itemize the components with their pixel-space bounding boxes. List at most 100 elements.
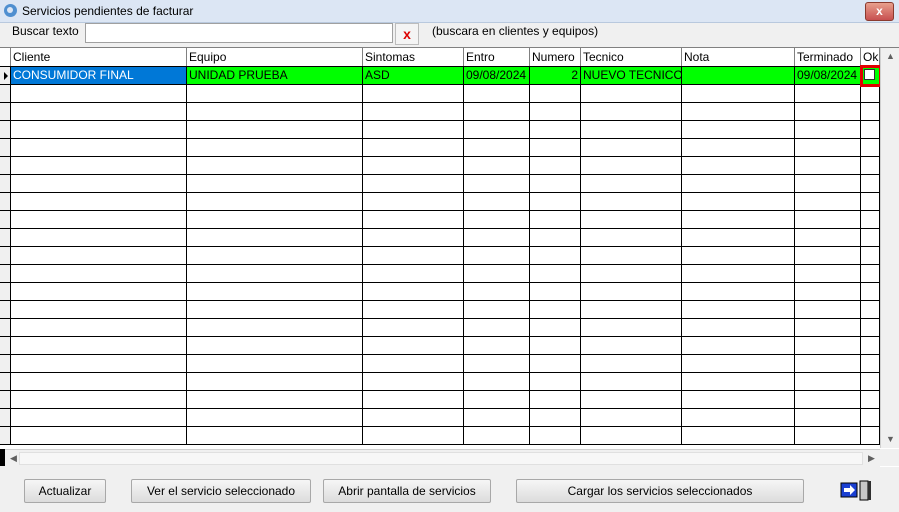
empty-cell[interactable] [464,139,530,156]
cargar-servicios-button[interactable]: Cargar los servicios seleccionados [516,479,804,503]
empty-table-row[interactable] [0,283,880,301]
column-header-entro[interactable]: Entro [464,48,530,66]
empty-table-row[interactable] [0,337,880,355]
empty-cell[interactable] [861,85,880,102]
column-header-numero[interactable]: Numero [530,48,581,66]
row-selector[interactable] [0,337,11,354]
empty-cell[interactable] [861,121,880,138]
empty-cell[interactable] [363,121,464,138]
empty-table-row[interactable] [0,409,880,427]
empty-cell[interactable] [363,319,464,336]
empty-cell[interactable] [187,409,363,426]
empty-cell[interactable] [530,85,581,102]
empty-table-row[interactable] [0,427,880,445]
row-selector[interactable] [0,373,11,390]
empty-cell[interactable] [795,229,861,246]
exit-door-arrow-icon[interactable] [838,478,880,504]
empty-cell[interactable] [363,283,464,300]
column-header-nota[interactable]: Nota [682,48,795,66]
horizontal-scrollbar[interactable]: ◀ ▶ [0,449,880,467]
empty-cell[interactable] [363,229,464,246]
empty-cell[interactable] [861,337,880,354]
empty-cell[interactable] [795,391,861,408]
empty-cell[interactable] [363,193,464,210]
table-row[interactable]: CONSUMIDOR FINAL UNIDAD PRUEBA ASD 09/08… [0,67,880,85]
empty-cell[interactable] [530,175,581,192]
empty-cell[interactable] [530,211,581,228]
cell-entro[interactable]: 09/08/2024 [464,67,530,84]
search-input[interactable] [85,23,393,43]
empty-cell[interactable] [464,319,530,336]
empty-cell[interactable] [581,193,682,210]
empty-cell[interactable] [187,139,363,156]
empty-cell[interactable] [363,301,464,318]
row-selector[interactable] [0,121,11,138]
empty-table-row[interactable] [0,373,880,391]
empty-cell[interactable] [363,139,464,156]
empty-cell[interactable] [187,157,363,174]
empty-cell[interactable] [861,409,880,426]
empty-cell[interactable] [187,373,363,390]
empty-table-row[interactable] [0,157,880,175]
empty-cell[interactable] [11,283,187,300]
empty-cell[interactable] [187,355,363,372]
empty-cell[interactable] [581,265,682,282]
column-header-equipo[interactable]: Equipo [187,48,363,66]
empty-cell[interactable] [682,85,795,102]
empty-cell[interactable] [581,409,682,426]
empty-cell[interactable] [11,193,187,210]
empty-cell[interactable] [530,247,581,264]
empty-cell[interactable] [464,265,530,282]
empty-cell[interactable] [581,103,682,120]
empty-cell[interactable] [682,337,795,354]
empty-cell[interactable] [795,157,861,174]
cell-numero[interactable]: 2 [530,67,581,84]
empty-cell[interactable] [187,121,363,138]
row-selector[interactable] [0,391,11,408]
empty-cell[interactable] [11,373,187,390]
empty-cell[interactable] [187,247,363,264]
empty-cell[interactable] [464,193,530,210]
empty-table-row[interactable] [0,121,880,139]
empty-cell[interactable] [682,139,795,156]
empty-cell[interactable] [530,337,581,354]
empty-cell[interactable] [363,427,464,444]
empty-cell[interactable] [795,319,861,336]
empty-cell[interactable] [464,283,530,300]
empty-cell[interactable] [795,409,861,426]
empty-cell[interactable] [861,319,880,336]
empty-cell[interactable] [530,229,581,246]
empty-cell[interactable] [530,427,581,444]
empty-table-row[interactable] [0,211,880,229]
empty-cell[interactable] [11,427,187,444]
empty-cell[interactable] [11,265,187,282]
empty-cell[interactable] [530,301,581,318]
empty-cell[interactable] [861,265,880,282]
row-selector[interactable] [0,67,11,84]
cell-terminado[interactable]: 09/08/2024 [795,67,861,84]
empty-cell[interactable] [464,85,530,102]
empty-cell[interactable] [363,175,464,192]
empty-cell[interactable] [363,157,464,174]
empty-cell[interactable] [795,211,861,228]
empty-cell[interactable] [530,103,581,120]
empty-cell[interactable] [682,355,795,372]
empty-table-row[interactable] [0,139,880,157]
empty-cell[interactable] [11,211,187,228]
row-selector[interactable] [0,229,11,246]
empty-cell[interactable] [682,247,795,264]
empty-cell[interactable] [682,121,795,138]
empty-cell[interactable] [530,265,581,282]
empty-cell[interactable] [861,373,880,390]
empty-cell[interactable] [530,409,581,426]
empty-cell[interactable] [581,427,682,444]
empty-cell[interactable] [795,103,861,120]
empty-cell[interactable] [861,283,880,300]
empty-table-row[interactable] [0,301,880,319]
cell-equipo[interactable]: UNIDAD PRUEBA [187,67,363,84]
empty-cell[interactable] [464,175,530,192]
vertical-scrollbar[interactable]: ▲ ▼ [880,48,899,448]
empty-cell[interactable] [682,211,795,228]
empty-cell[interactable] [363,337,464,354]
abrir-pantalla-button[interactable]: Abrir pantalla de servicios [323,479,491,503]
